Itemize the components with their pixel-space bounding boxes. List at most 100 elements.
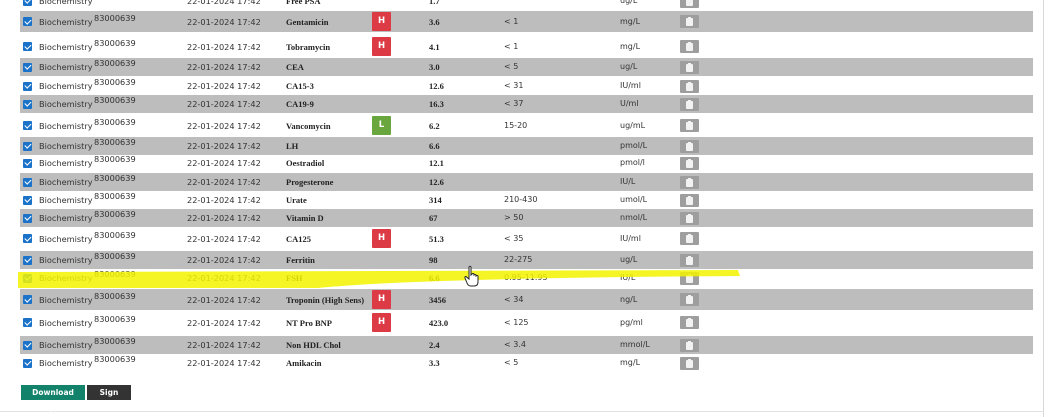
row-select-checkbox[interactable] xyxy=(23,273,32,283)
table-row: Biochemistry 83000639 22-01-2024 17:42 Prog… xyxy=(20,173,1033,191)
clipboard-icon xyxy=(686,213,693,223)
department-cell: Biochemistry xyxy=(39,16,93,27)
row-select-checkbox[interactable] xyxy=(23,17,32,26)
department-cell: Biochemistry xyxy=(39,141,93,151)
test-name-cell: Progesterone xyxy=(286,177,334,187)
clipboard-icon xyxy=(686,340,693,350)
specimen-id-cell: 83000639 xyxy=(94,354,136,364)
reference-range-cell: < 3.4 xyxy=(504,340,526,349)
date-cell: 22-01-2024 17:42 xyxy=(187,41,261,52)
unit-cell: pmol/l xyxy=(620,158,645,167)
row-action-button[interactable] xyxy=(680,271,699,285)
row-select-checkbox[interactable] xyxy=(23,358,32,368)
hand-pointer-icon xyxy=(464,265,479,287)
row-select-checkbox[interactable] xyxy=(23,234,32,243)
table-row: Biochemistry83000639 22-01-2024 17:42 Free… xyxy=(20,0,1033,10)
row-action-button[interactable] xyxy=(680,97,699,111)
test-name-cell: CEA xyxy=(286,62,304,72)
row-action-button[interactable] xyxy=(680,156,699,170)
row-action-button[interactable] xyxy=(680,79,699,93)
row-select-checkbox[interactable] xyxy=(23,81,32,91)
row-select-checkbox[interactable] xyxy=(23,318,32,327)
row-select-checkbox[interactable] xyxy=(23,213,32,223)
row-action-button[interactable] xyxy=(680,15,699,28)
test-name-cell: Non HDL Chol xyxy=(286,340,341,350)
row-select-checkbox[interactable] xyxy=(23,121,32,130)
date-cell: 22-01-2024 17:42 xyxy=(187,195,261,205)
row-select-checkbox[interactable] xyxy=(23,195,32,205)
result-value-cell: 12.6 xyxy=(429,177,444,187)
row-action-button[interactable] xyxy=(680,0,699,8)
reference-range-cell: 22-275 xyxy=(504,255,533,264)
table-row: Biochemistry 83000639 22-01-2024 17:42 Tobr… xyxy=(20,36,1033,57)
row-select-checkbox[interactable] xyxy=(23,295,32,304)
result-value-cell: 3456 xyxy=(429,294,446,305)
unit-cell: IU/ml xyxy=(620,233,641,243)
test-name-cell: LH xyxy=(286,141,299,151)
test-name-cell: Oestradiol xyxy=(286,158,325,168)
row-select-checkbox[interactable] xyxy=(23,99,32,109)
row-action-button[interactable] xyxy=(680,356,699,370)
department-cell: Biochemistry xyxy=(39,99,93,109)
table-row: Biochemistry 83000639 22-01-2024 17:42 Oest… xyxy=(20,154,1033,172)
row-select-checkbox[interactable] xyxy=(23,0,32,6)
row-select-checkbox[interactable] xyxy=(23,177,32,187)
date-cell: 22-01-2024 17:42 xyxy=(187,213,261,223)
high-flag-badge: H xyxy=(372,12,391,31)
specimen-id-cell: 83000639 xyxy=(94,116,136,127)
test-name-cell: Vancomycin xyxy=(286,120,331,131)
result-value-cell: 98 xyxy=(429,255,438,265)
date-cell: 22-01-2024 17:42 xyxy=(187,294,261,305)
row-action-button[interactable] xyxy=(680,211,699,225)
reference-range-cell: < 1 xyxy=(504,16,519,26)
row-action-button[interactable] xyxy=(680,232,699,245)
unit-cell: IU/L xyxy=(620,177,636,186)
reference-range-cell: < 1 xyxy=(504,41,519,51)
high-flag-badge: H xyxy=(372,290,391,309)
high-flag-badge: H xyxy=(372,229,391,248)
row-action-button[interactable] xyxy=(680,316,699,329)
specimen-id-cell: 83000639 xyxy=(94,95,136,105)
sign-results-button[interactable]: Sign Results xyxy=(87,385,131,412)
department-cell: Biochemistry xyxy=(39,0,93,6)
clipboard-icon xyxy=(686,158,693,168)
row-select-checkbox[interactable] xyxy=(23,340,32,350)
download-report-button[interactable]: Download Report xyxy=(21,385,85,412)
reference-range-cell: < 125 xyxy=(504,317,529,327)
test-name-cell: CA15-3 xyxy=(286,81,314,91)
specimen-id-cell: 83000639 xyxy=(94,0,136,2)
row-select-checkbox[interactable] xyxy=(23,158,32,168)
row-select-checkbox[interactable] xyxy=(23,42,32,51)
table-row: Biochemistry 83000639 22-01-2024 17:42 CA19… xyxy=(20,95,1033,113)
table-row: Biochemistry 83000639 22-01-2024 17:42 Amik… xyxy=(20,354,1033,372)
row-action-button[interactable] xyxy=(680,253,699,267)
date-cell: 22-01-2024 17:42 xyxy=(187,233,261,244)
test-name-cell: Troponin (High Sens) xyxy=(286,294,365,305)
reference-range-cell: < 31 xyxy=(504,81,524,90)
table-row: Biochemistry 83000639 22-01-2024 17:42 NT P… xyxy=(20,312,1033,333)
row-select-checkbox[interactable] xyxy=(23,255,32,265)
unit-cell: ng/L xyxy=(620,294,638,304)
clipboard-icon xyxy=(686,358,693,368)
row-select-checkbox[interactable] xyxy=(23,141,32,151)
clipboard-icon xyxy=(686,141,693,151)
row-action-button[interactable] xyxy=(680,338,699,352)
row-action-button[interactable] xyxy=(680,40,699,53)
date-cell: 22-01-2024 17:42 xyxy=(187,177,261,187)
row-action-button[interactable] xyxy=(680,293,699,306)
row-action-button[interactable] xyxy=(680,119,699,132)
table-row: Biochemistry 83000639 22-01-2024 17:42 FSH 6… xyxy=(20,269,1033,287)
table-row: Biochemistry 83000639 22-01-2024 17:42 Gent… xyxy=(20,11,1033,32)
specimen-id-cell: 83000639 xyxy=(94,173,136,183)
test-name-cell: Tobramycin xyxy=(286,41,331,52)
table-row: Biochemistry 83000639 22-01-2024 17:42 Urat… xyxy=(20,191,1033,209)
row-select-checkbox[interactable] xyxy=(23,62,32,72)
row-action-button[interactable] xyxy=(680,175,699,189)
result-value-cell: 6.6 xyxy=(429,273,440,283)
panel-border-bottom xyxy=(0,411,1044,412)
row-action-button[interactable] xyxy=(680,139,699,153)
row-action-button[interactable] xyxy=(680,60,699,74)
low-flag-badge: L xyxy=(372,116,391,135)
specimen-id-cell: 83000639 xyxy=(94,269,136,279)
row-action-button[interactable] xyxy=(680,193,699,207)
